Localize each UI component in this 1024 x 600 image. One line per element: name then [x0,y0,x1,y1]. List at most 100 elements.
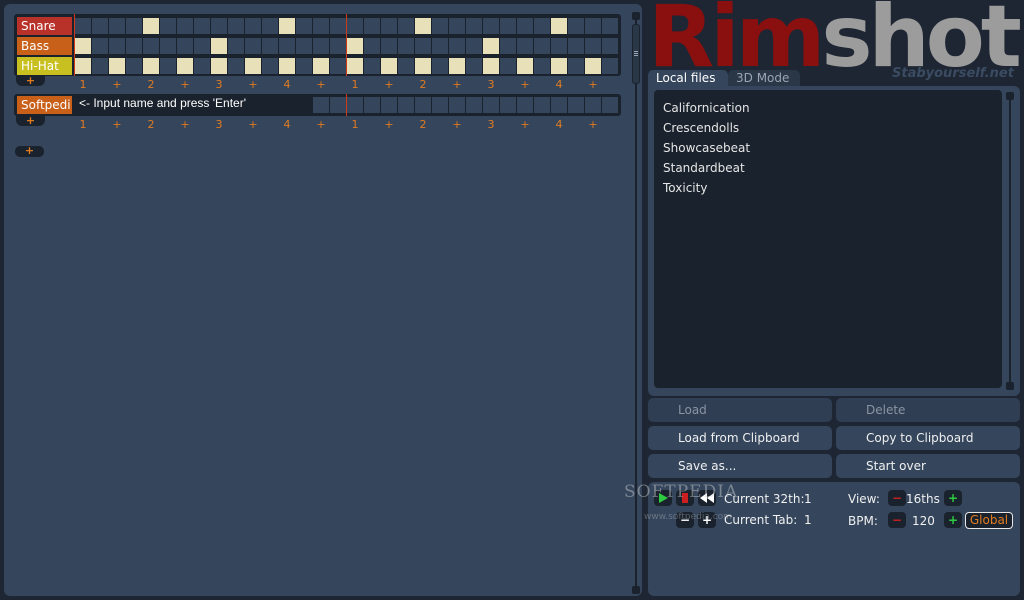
step-cell[interactable] [279,18,295,34]
step-cell[interactable] [500,18,516,34]
bpm-plus-button[interactable]: + [944,512,962,528]
scrollbar-down-cap[interactable] [632,586,640,594]
step-cell[interactable] [500,38,516,54]
step-cell[interactable] [568,58,584,74]
step-cell[interactable] [466,97,482,113]
step-cell[interactable] [415,58,431,74]
step-cell[interactable] [296,18,312,34]
step-cell[interactable] [585,38,601,54]
step-cell[interactable] [483,18,499,34]
step-cell[interactable] [228,58,244,74]
step-cell[interactable] [432,18,448,34]
step-cell[interactable] [466,38,482,54]
step-cell[interactable] [517,97,533,113]
step-cell[interactable] [126,58,142,74]
step-cell[interactable] [194,58,210,74]
view-plus-button[interactable]: + [944,490,962,506]
step-cell[interactable] [92,58,108,74]
step-cell[interactable] [330,97,346,113]
step-cell[interactable] [415,38,431,54]
step-cell[interactable] [313,18,329,34]
step-cell[interactable] [279,58,295,74]
step-cell[interactable] [534,38,550,54]
step-cell[interactable] [432,38,448,54]
save-as-button[interactable]: Save as... [648,454,832,478]
step-cell[interactable] [109,18,125,34]
step-cell[interactable] [585,58,601,74]
files-list[interactable]: Californication Crescendolls Showcasebeat S… [654,90,1002,388]
step-cell[interactable] [602,58,618,74]
step-cell[interactable] [534,97,550,113]
file-list-item[interactable]: Crescendolls [663,118,1002,138]
load-from-clipboard-button[interactable]: Load from Clipboard [648,426,832,450]
step-cell[interactable] [381,18,397,34]
view-minus-button[interactable]: − [888,490,906,506]
step-cell[interactable] [415,97,431,113]
step-cell[interactable] [364,18,380,34]
files-scrollbar-up[interactable] [1006,92,1014,100]
step-cell[interactable] [432,97,448,113]
step-cell[interactable] [432,58,448,74]
step-cell[interactable] [228,18,244,34]
files-scrollbar-down[interactable] [1006,382,1014,390]
step-cell[interactable] [143,18,159,34]
add-tab-button[interactable]: + [15,145,44,157]
tab-local-files[interactable]: Local files [648,70,728,86]
step-cell[interactable] [381,38,397,54]
step-cell[interactable] [551,58,567,74]
step-cell[interactable] [466,18,482,34]
step-cell[interactable] [500,97,516,113]
files-scrollbar[interactable] [1006,92,1014,390]
step-cell[interactable] [602,18,618,34]
add-instrument-button-tab2[interactable]: + [16,115,45,126]
step-cell[interactable] [585,18,601,34]
step-cell[interactable] [551,97,567,113]
step-cell[interactable] [126,38,142,54]
step-cell[interactable] [364,97,380,113]
step-cell[interactable] [245,58,261,74]
step-cell[interactable] [602,38,618,54]
step-cell[interactable] [330,58,346,74]
step-cell[interactable] [381,58,397,74]
file-list-item[interactable]: Toxicity [663,178,1002,198]
instrument-label-new[interactable]: Softpedi [17,96,72,114]
file-list-item[interactable]: Showcasebeat [663,138,1002,158]
tab-3d-mode[interactable]: 3D Mode [728,70,800,86]
step-cell[interactable] [398,58,414,74]
step-cell[interactable] [347,38,363,54]
step-cell[interactable] [211,38,227,54]
step-cell[interactable] [177,58,193,74]
step-cell[interactable] [602,97,618,113]
step-cell[interactable] [483,58,499,74]
step-cell[interactable] [330,18,346,34]
instrument-name-input[interactable] [75,94,301,112]
step-cell[interactable] [330,38,346,54]
step-cell[interactable] [160,38,176,54]
step-cell[interactable] [466,58,482,74]
step-cell[interactable] [126,18,142,34]
step-cell[interactable] [551,38,567,54]
step-cell[interactable] [500,58,516,74]
step-cell[interactable] [194,18,210,34]
step-cell[interactable] [347,18,363,34]
add-instrument-button-tab1[interactable]: + [16,75,45,86]
instrument-label-bass[interactable]: Bass [17,37,72,55]
instrument-label-snare[interactable]: Snare [17,17,72,35]
step-cell[interactable] [109,38,125,54]
step-cell[interactable] [449,97,465,113]
step-cell[interactable] [177,38,193,54]
step-cell[interactable] [517,58,533,74]
step-cell[interactable] [211,58,227,74]
step-cell[interactable] [194,38,210,54]
step-cell[interactable] [75,38,91,54]
start-over-button[interactable]: Start over [836,454,1020,478]
step-cell[interactable] [585,97,601,113]
step-cell[interactable] [449,58,465,74]
step-cell[interactable] [568,18,584,34]
step-cell[interactable] [415,18,431,34]
step-cell[interactable] [160,18,176,34]
step-cell[interactable] [364,58,380,74]
step-cell[interactable] [296,58,312,74]
step-cell[interactable] [296,38,312,54]
step-cell[interactable] [143,38,159,54]
